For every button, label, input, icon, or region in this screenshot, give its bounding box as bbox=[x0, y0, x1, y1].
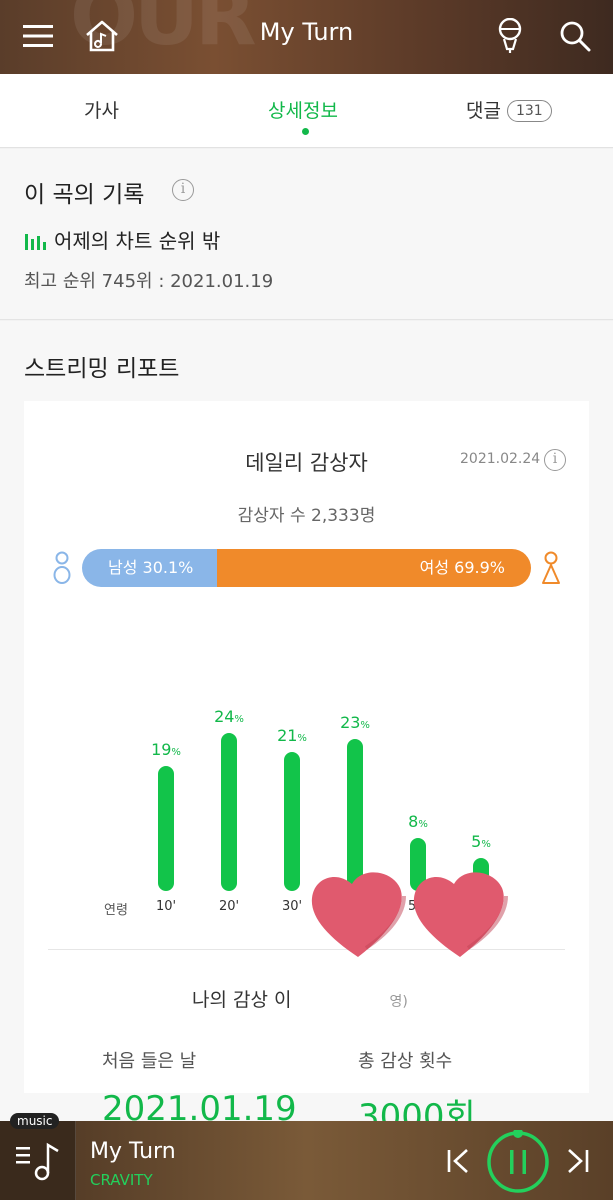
tab-comments-label: 댓글 bbox=[466, 100, 501, 122]
next-button[interactable] bbox=[562, 1145, 594, 1177]
report-date: 2021.02.24 bbox=[460, 451, 541, 467]
pause-button[interactable] bbox=[486, 1130, 550, 1194]
song-record-section: 이 곡의 기록 i 어제의 차트 순위 밖 최고 순위 745위 : 2021.… bbox=[0, 149, 613, 320]
chart-bars-icon bbox=[25, 233, 46, 250]
male-ratio: 남성 30.1% bbox=[82, 549, 218, 587]
chart-status-text: 어제의 차트 순위 밖 bbox=[54, 229, 221, 253]
tab-details[interactable]: 상세정보 bbox=[268, 96, 338, 123]
top-bar: OUR My Turn bbox=[0, 0, 613, 74]
age-category-label: 20' bbox=[218, 899, 240, 914]
chart-status: 어제의 차트 순위 밖 bbox=[24, 225, 220, 254]
info-icon[interactable]: i bbox=[544, 449, 566, 471]
report-card: 데일리 감상자 2021.02.24 i 감상자 수 2,333명 남성 30.… bbox=[24, 401, 589, 1137]
best-rank: 최고 순위 745위 : 2021.01.19 bbox=[24, 271, 274, 292]
male-icon bbox=[53, 551, 71, 584]
age-bar-value: 5% bbox=[471, 832, 491, 851]
album-art[interactable] bbox=[0, 1121, 76, 1200]
age-bar-value: 8% bbox=[408, 812, 428, 832]
search-icon[interactable] bbox=[553, 14, 597, 58]
pause-icon bbox=[487, 1130, 549, 1193]
age-bar-value: 19% bbox=[151, 739, 181, 759]
music-tag: music bbox=[10, 1113, 60, 1129]
age-bar bbox=[284, 752, 300, 891]
my-listening-title: 나의 감상 이 영) bbox=[192, 985, 408, 1012]
age-bar-value: 23% bbox=[340, 713, 370, 733]
female-icon bbox=[542, 551, 560, 584]
record-title: 이 곡의 기록 bbox=[24, 182, 145, 208]
player-artist: CRAVITY bbox=[90, 1171, 153, 1189]
streaming-report-section: 스트리밍 리포트 데일리 감상자 2021.02.24 i 감상자 수 2,33… bbox=[0, 321, 613, 1137]
tab-lyrics[interactable]: 가사 bbox=[84, 96, 119, 123]
next-icon bbox=[568, 1149, 589, 1173]
tab-comments[interactable]: 댓글 131 bbox=[466, 96, 552, 123]
age-bar-value: 21% bbox=[277, 726, 307, 746]
age-bar bbox=[158, 765, 174, 891]
tab-bar: 가사 상세정보 댓글 131 bbox=[0, 74, 613, 148]
mini-player: music My Turn CRAVITY bbox=[0, 1113, 613, 1200]
total-plays-label: 총 감상 횟수 bbox=[358, 1051, 453, 1072]
my-listening-title-suffix: 영) bbox=[389, 994, 408, 1010]
female-ratio: 여성 69.9% bbox=[217, 549, 531, 587]
age-bar-value: 24% bbox=[214, 706, 244, 726]
microphone-icon[interactable] bbox=[488, 14, 532, 58]
first-listen-label: 처음 들은 날 bbox=[102, 1051, 197, 1072]
age-bar bbox=[221, 732, 237, 891]
my-listening-title-text: 나의 감상 이 bbox=[192, 989, 292, 1011]
report-title: 스트리밍 리포트 bbox=[24, 356, 180, 382]
age-axis-label: 연령 bbox=[104, 903, 128, 918]
info-icon[interactable]: i bbox=[172, 179, 194, 201]
active-tab-indicator bbox=[302, 128, 309, 135]
player-title: My Turn bbox=[90, 1139, 176, 1164]
previous-button[interactable] bbox=[442, 1145, 474, 1177]
playlist-music-icon bbox=[16, 1142, 59, 1181]
previous-icon bbox=[447, 1149, 468, 1173]
listener-count: 감상자 수 2,333명 bbox=[237, 506, 376, 526]
age-category-label: 10' bbox=[155, 899, 177, 914]
heart-stickers bbox=[311, 872, 508, 957]
comment-count-badge: 131 bbox=[506, 100, 552, 122]
gender-ratio-bar: 남성 30.1% 여성 69.9% bbox=[82, 549, 531, 587]
